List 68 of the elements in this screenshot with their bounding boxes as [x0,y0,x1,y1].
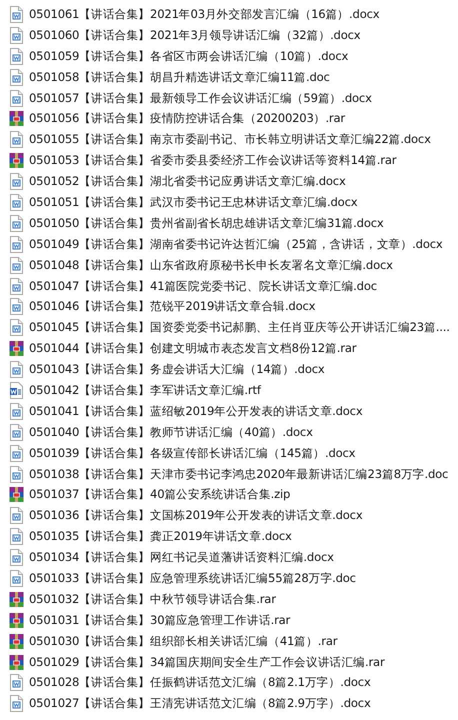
file-name[interactable]: 0501035【讲话合集】龚正2019年讲话文章.docx [29,529,292,544]
document-icon [9,236,24,253]
document-icon [9,466,24,483]
file-name[interactable]: 0501030【讲话合集】组织部长相关讲话汇编（41篇）.rar [29,634,338,649]
archive-icon [9,632,24,650]
file-name[interactable]: 0501040【讲话合集】教师节讲话汇编（40篇）.docx [29,424,313,440]
file-name[interactable]: 0501031【讲话合集】30篇应急管理工作讲话.rar [29,612,290,628]
file-name[interactable]: 0501041【讲话合集】蓝绍敏2019年公开发表的讲话文章.docx [29,404,363,419]
file-name[interactable]: 0501029【讲话合集】34篇国庆期间安全生产工作会议讲话汇编.rar [29,654,385,670]
file-name[interactable]: 0501039【讲话合集】各级宣传部长讲话汇编（145篇）.docx [29,446,356,461]
file-name[interactable]: 0501047【讲话合集】41篇医院党委书记、院长讲话文章汇编.doc [29,278,377,294]
file-name[interactable]: 0501048【讲话合集】山东省政府原秘书长申长友署名文章汇编.docx [29,258,393,273]
file-name[interactable]: 0501057【讲话合集】最新领导工作会议讲话汇编（59篇）.docx [29,90,372,106]
file-name[interactable]: 0501036【讲话合集】文国栋2019年公开发表的讲话文章.docx [29,508,363,524]
file-name[interactable]: 0501037【讲话合集】40篇公安系统讲话合集.zip [29,487,290,502]
archive-icon [9,590,24,608]
document-icon [9,298,24,316]
file-name[interactable]: 0501052【讲话合集】湖北省委书记应勇讲话文章汇编.docx [29,174,346,190]
file-name[interactable]: 0501046【讲话合集】范锐平2019讲话文章合辑.docx [29,299,316,314]
file-name[interactable]: 0501043【讲话合集】务虚会讲话大汇编（14篇）.docx [29,362,325,378]
document-icon [9,319,24,336]
file-name[interactable]: 0501042【讲话合集】李军讲话文章汇编.rtf [29,382,261,398]
document-icon [9,173,24,190]
document-icon [9,214,24,232]
document-icon [9,424,24,441]
file-name[interactable]: 0501027【讲话合集】王清宪讲话范文汇编（8篇2.9万字）.docx [29,696,371,712]
document-icon [9,570,24,587]
file-name[interactable]: 0501028【讲话合集】任振鹤讲话范文汇编（8篇2.1万字）.docx [29,675,371,690]
archive-icon [9,654,24,671]
document-icon [9,131,24,148]
document-icon [9,278,24,295]
file-name[interactable]: 0501049【讲话合集】湖南省委书记许达哲汇编（25篇，含讲话，文章）.docx [29,236,443,252]
file-name[interactable]: 0501055【讲话合集】南京市委副书记、市长韩立明讲话文章汇编22篇.docx [29,132,431,148]
file-name[interactable]: 0501060【讲话合集】2021年3月领导讲话汇编（32篇）.docx [29,28,360,43]
file-name[interactable]: 0501033【讲话合集】应急管理系统讲话汇编55篇28万字.doc [29,570,356,586]
file-name[interactable]: 0501061【讲话合集】2021年03月外交部发言汇编（16篇）.docx [29,6,380,22]
document-icon [9,68,24,86]
file-name[interactable]: 0501053【讲话合集】省委市委县委经济工作会议讲话等资料14篇.rar [29,153,396,168]
file-name[interactable]: 0501032【讲话合集】中秋节领导讲话合集.rar [29,592,276,607]
document-icon [9,402,24,420]
archive-icon [9,340,24,358]
file-name[interactable]: 0501058【讲话合集】胡昌升精选讲话文章汇编11篇.doc [29,70,330,85]
file-name[interactable]: 0501038【讲话合集】天津市委书记李鸿忠2020年最新讲话汇编23篇8万字.doc [29,466,448,482]
file-name[interactable]: 0501034【讲话合集】网红书记吴道藩讲话资料汇编.docx [29,550,334,566]
document-icon [9,444,24,462]
document-icon [9,674,24,692]
file-name[interactable]: 0501045【讲话合集】国资委党委书记郝鹏、主任肖亚庆等公开讲话汇编23篇.... [29,320,450,336]
document-icon [9,90,24,106]
file-name[interactable]: 0501050【讲话合集】贵州省副省长胡忠雄讲话文章汇编31篇.docx [29,216,384,231]
file-name[interactable]: 0501051【讲话合集】武汉市委书记王忠林讲话文章汇编.docx [29,194,358,210]
document-icon [9,695,24,712]
document-icon [9,26,24,44]
archive-icon [9,486,24,504]
archive-icon [9,152,24,170]
document-icon [9,361,24,378]
document-icon [9,528,24,546]
file-name[interactable]: 0501059【讲话合集】各省区市两会讲话汇编（10篇）.docx [29,48,348,64]
document-icon [9,48,24,65]
document-icon [9,507,24,524]
archive-icon [9,612,24,629]
document-icon [9,194,24,211]
document-icon [9,256,24,274]
document-icon [9,382,24,399]
archive-icon [9,110,24,128]
document-icon [9,549,24,566]
file-name[interactable]: 0501044【讲话合集】创建文明城市表态发言文档8份12篇.rar [29,341,356,356]
file-name[interactable]: 0501056【讲话合集】疫情防控讲话合集（20200203）.rar [29,111,345,126]
document-icon [9,6,24,23]
